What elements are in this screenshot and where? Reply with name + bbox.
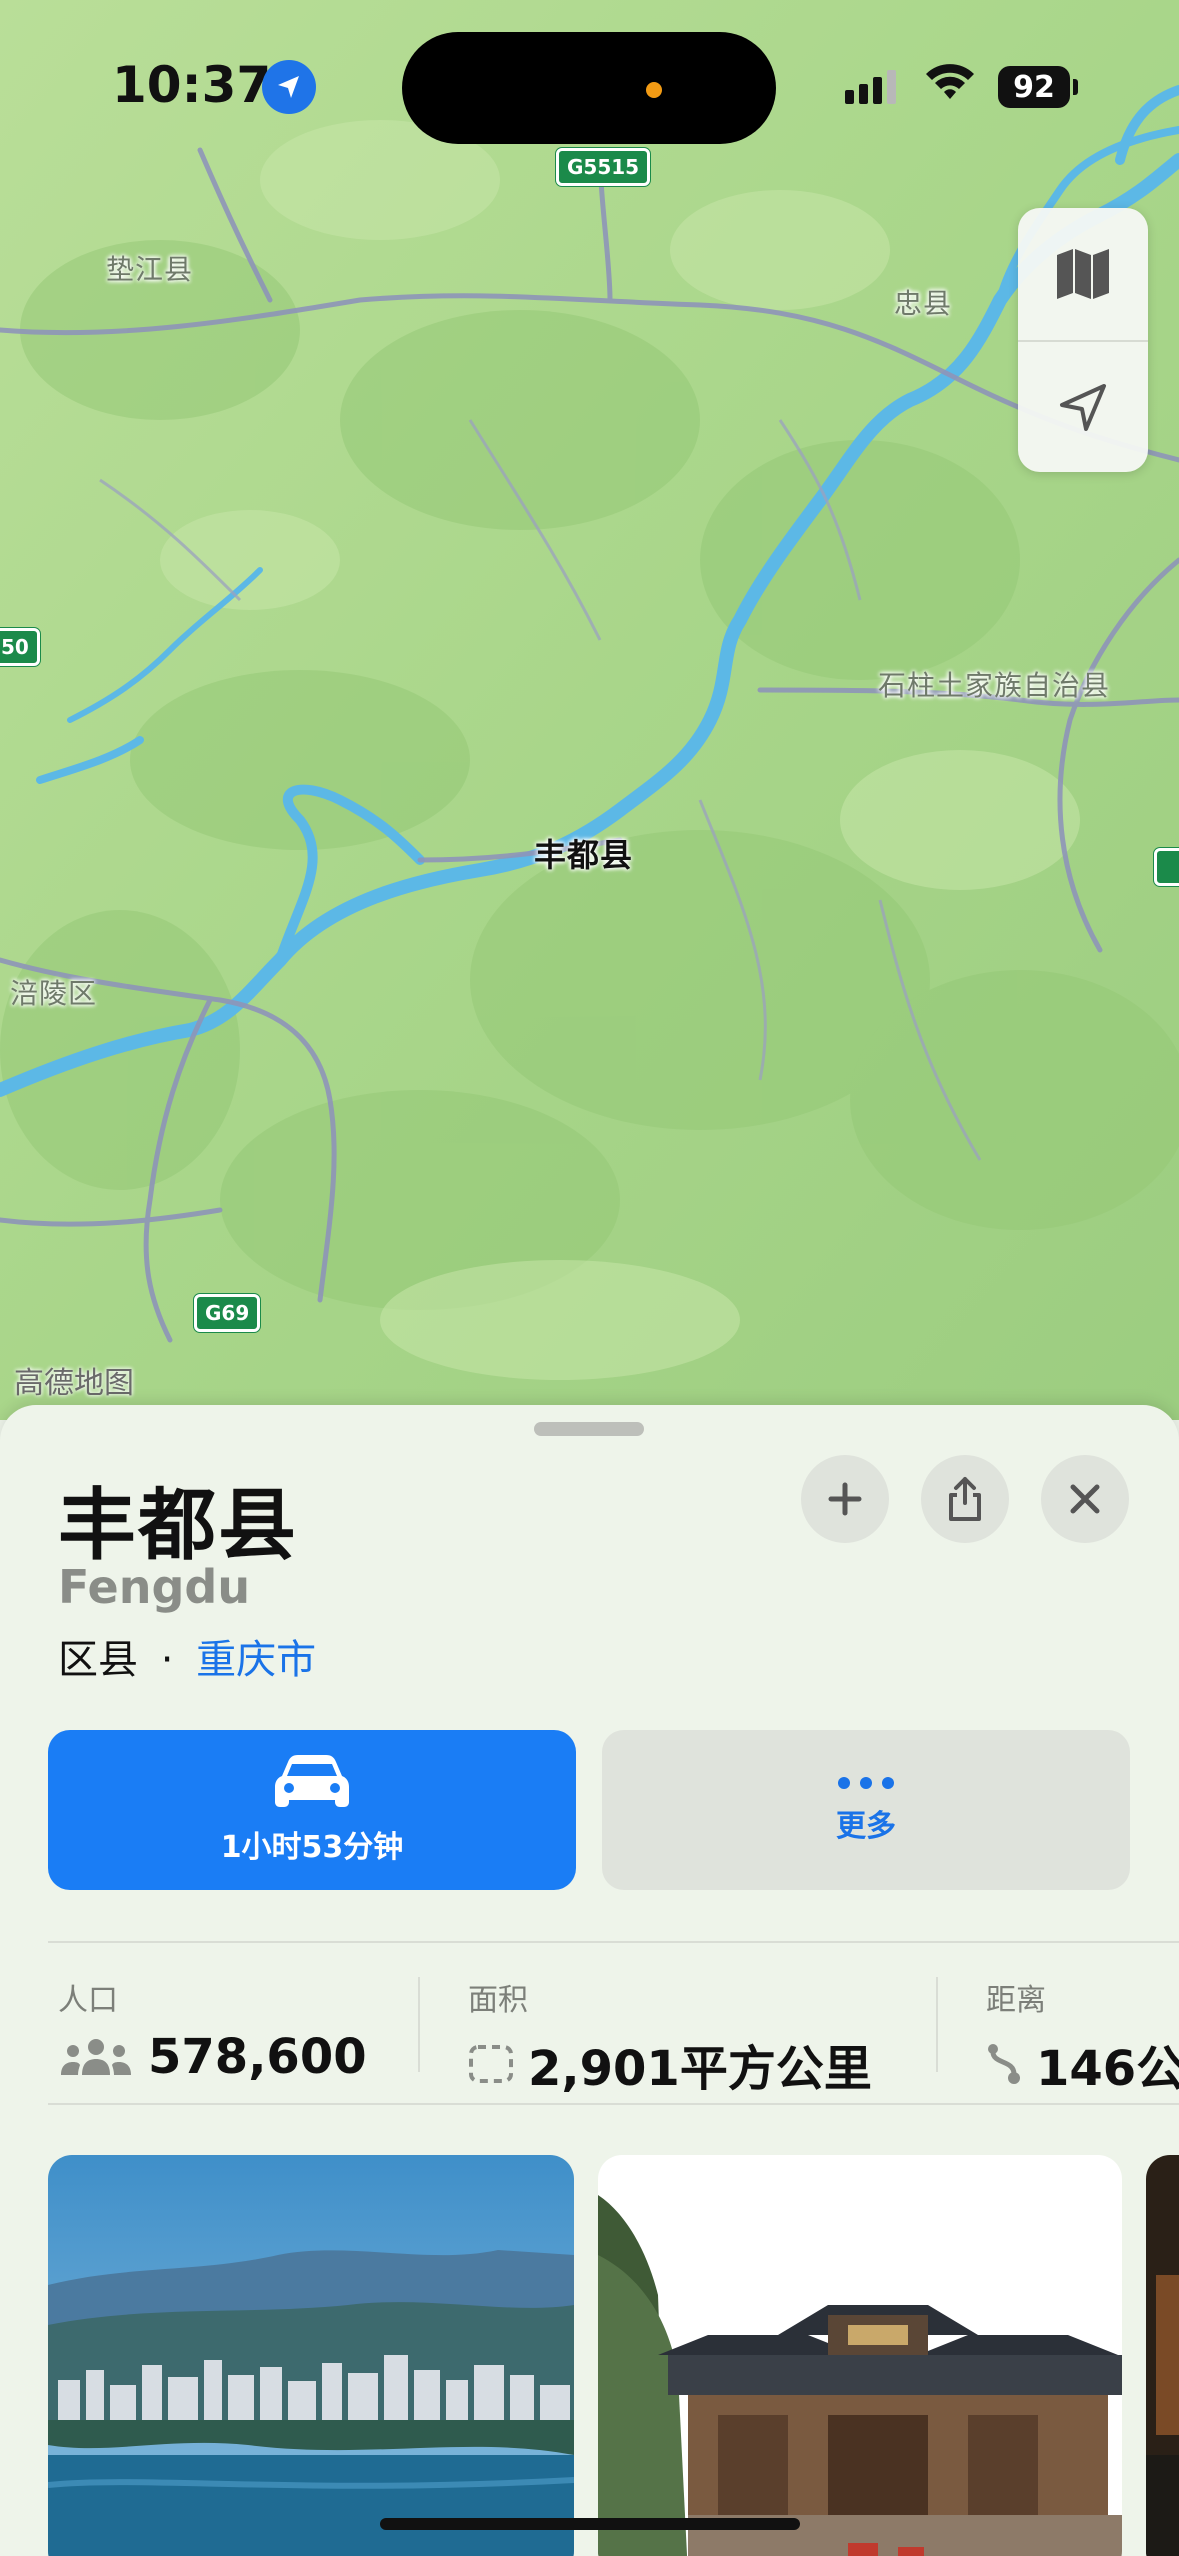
wifi-icon	[924, 60, 976, 106]
stat-population-value: 578,600	[148, 2029, 367, 2085]
highway-shield-left: 50	[0, 628, 40, 666]
photo-third-partial[interactable]	[1146, 2155, 1179, 2556]
people-icon	[61, 2039, 131, 2075]
more-button[interactable]: 更多	[602, 1730, 1130, 1890]
map-attribution: 高德地图	[14, 1366, 134, 1401]
stats-separator-1	[418, 1977, 420, 2072]
meta-separator: ·	[160, 1637, 174, 1683]
parent-region-link[interactable]: 重庆市	[196, 1637, 316, 1683]
location-arrow-icon	[262, 60, 316, 114]
status-time: 10:37	[112, 56, 272, 114]
stat-population: 人口 578,600	[58, 1975, 367, 2085]
map-controls	[1018, 208, 1148, 472]
share-button[interactable]	[921, 1455, 1009, 1543]
photo-gate[interactable]	[598, 2155, 1122, 2556]
location-arrow-outline-icon	[1060, 384, 1106, 431]
place-card-sheet[interactable]: 丰都县 Fengdu 区县 · 重庆市 1小时53分钟 更多 人口 578,60…	[0, 1405, 1179, 2556]
status-bar: 10:37 92	[0, 0, 1179, 160]
photo-third-image	[1146, 2155, 1179, 2556]
place-title: 丰都县	[58, 1481, 299, 1571]
dynamic-island	[402, 32, 776, 144]
home-indicator[interactable]	[380, 2518, 800, 2530]
cellular-signal-icon	[845, 70, 896, 104]
locate-me-button[interactable]	[1018, 342, 1148, 474]
add-button[interactable]	[801, 1455, 889, 1543]
route-icon	[988, 2044, 1020, 2084]
stat-area: 面积 2,901平方公里	[468, 1975, 872, 2099]
stat-distance: 距离 146公	[986, 1975, 1179, 2099]
map-icon	[1057, 249, 1109, 299]
plus-icon	[828, 1482, 862, 1516]
highway-shield-g69: G69	[194, 1294, 261, 1332]
stat-area-value: 2,901平方公里	[528, 2041, 872, 2097]
map-label-zhongxian[interactable]: 忠县	[894, 282, 952, 322]
map-mode-button[interactable]	[1018, 208, 1148, 340]
highway-shield-right	[1154, 848, 1179, 886]
place-latin-name: Fengdu	[58, 1560, 251, 1614]
photo-city-image	[48, 2155, 574, 2556]
photo-gate-image	[598, 2155, 1122, 2556]
map-view[interactable]: 垫江县 忠县 石柱土家族自治县 丰都县 涪陵区 G5515 G69 50 高德地…	[0, 0, 1179, 1420]
battery-tip	[1073, 79, 1078, 95]
stats-row[interactable]: 人口 578,600 面积 2,901平方公里 距离 146公	[0, 1975, 1179, 2105]
ellipsis-icon	[838, 1777, 894, 1789]
more-label: 更多	[836, 1809, 896, 1844]
directions-button[interactable]: 1小时53分钟	[48, 1730, 576, 1890]
map-canvas[interactable]	[0, 0, 1179, 1420]
close-button[interactable]	[1041, 1455, 1129, 1543]
stat-distance-label: 距离	[986, 1983, 1046, 2018]
divider-bottom	[48, 2103, 1179, 2105]
place-category: 区县	[58, 1637, 138, 1683]
privacy-indicator-dot	[646, 82, 662, 98]
stat-area-label: 面积	[468, 1983, 528, 2018]
stats-separator-2	[936, 1977, 938, 2072]
photo-city-view[interactable]	[48, 2155, 574, 2556]
map-label-shizhu[interactable]: 石柱土家族自治县	[878, 664, 1110, 704]
area-dashed-square-icon	[469, 2045, 513, 2083]
car-icon	[275, 1755, 349, 1807]
stat-distance-value: 146公	[1036, 2041, 1179, 2097]
place-meta: 区县 · 重庆市	[58, 1627, 316, 1685]
divider-top	[48, 1941, 1179, 1943]
close-icon	[1070, 1484, 1100, 1514]
share-icon	[949, 1477, 981, 1521]
stat-population-label: 人口	[58, 1983, 118, 2018]
map-label-fengdu[interactable]: 丰都县	[534, 830, 633, 876]
map-label-fuling[interactable]: 涪陵区	[10, 972, 97, 1012]
sheet-grabber[interactable]	[534, 1422, 644, 1436]
battery-indicator: 92	[998, 66, 1070, 108]
drive-time-label: 1小时53分钟	[220, 1830, 404, 1865]
map-label-dianjiang[interactable]: 垫江县	[106, 248, 193, 288]
